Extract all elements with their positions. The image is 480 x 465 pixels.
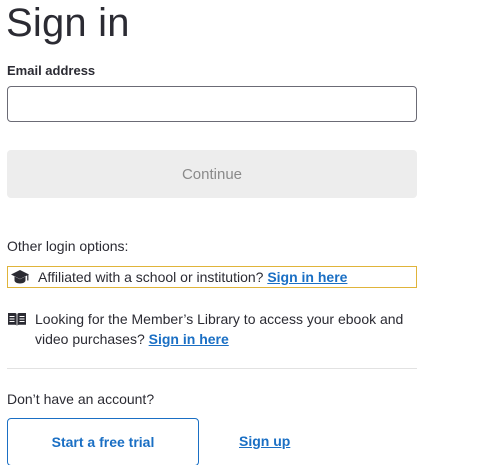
sign-in-page: Sign in Email address Continue Other log…	[0, 0, 480, 465]
sign-up-link[interactable]: Sign up	[239, 433, 290, 449]
start-free-trial-button[interactable]: Start a free trial	[7, 418, 199, 465]
graduation-cap-icon	[10, 268, 30, 286]
library-sign-in-link[interactable]: Sign in here	[149, 331, 229, 347]
school-login-option: Affiliated with a school or institution?…	[7, 266, 417, 288]
page-title: Sign in	[6, 1, 130, 45]
open-book-icon	[7, 310, 27, 328]
no-account-prompt: Don’t have an account?	[7, 391, 155, 407]
continue-button[interactable]: Continue	[7, 150, 417, 198]
school-sign-in-link[interactable]: Sign in here	[267, 269, 347, 285]
library-login-option: Looking for the Member’s Library to acce…	[7, 309, 407, 349]
email-label: Email address	[7, 63, 96, 78]
divider	[7, 368, 417, 369]
email-field[interactable]	[7, 86, 417, 122]
school-login-text: Affiliated with a school or institution?	[38, 269, 264, 285]
other-login-heading: Other login options:	[7, 238, 129, 254]
